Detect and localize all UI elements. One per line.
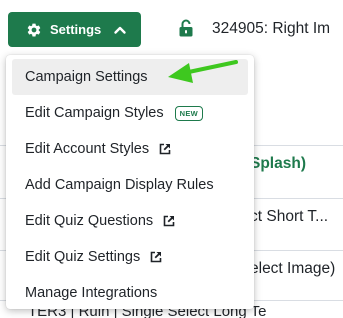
menu-item-label: Edit Quiz Questions bbox=[25, 213, 154, 229]
menu-item-manage-integrations[interactable]: Manage Integrations bbox=[12, 275, 248, 311]
menu-item-label: Edit Campaign Styles bbox=[25, 105, 164, 121]
menu-item-label: Add Campaign Display Rules bbox=[25, 177, 214, 193]
background-row-text: elect Image) bbox=[250, 260, 336, 277]
settings-menu: Campaign Settings Edit Campaign Styles N… bbox=[6, 55, 254, 309]
settings-button-label: Settings bbox=[50, 22, 102, 37]
menu-item-label: Edit Account Styles bbox=[25, 141, 150, 157]
unlocked-icon bbox=[179, 19, 193, 37]
campaign-title: 324905: Right Im bbox=[212, 20, 331, 37]
external-link-icon bbox=[150, 251, 162, 263]
background-row-text: ct Short T... bbox=[250, 208, 329, 225]
settings-dropdown-button[interactable]: Settings bbox=[8, 12, 141, 47]
menu-item-edit-quiz-settings[interactable]: Edit Quiz Settings bbox=[12, 239, 248, 275]
menu-item-label: Edit Quiz Settings bbox=[25, 249, 141, 265]
menu-item-edit-account-styles[interactable]: Edit Account Styles bbox=[12, 131, 248, 167]
menu-item-edit-campaign-styles[interactable]: Edit Campaign Styles NEW bbox=[12, 95, 248, 131]
menu-item-add-campaign-display-rules[interactable]: Add Campaign Display Rules bbox=[12, 167, 248, 203]
menu-item-label: Manage Integrations bbox=[25, 285, 158, 301]
arrow-pointer-icon bbox=[168, 60, 238, 83]
background-row-text: Splash) bbox=[250, 155, 306, 172]
external-link-icon bbox=[163, 215, 175, 227]
menu-item-edit-quiz-questions[interactable]: Edit Quiz Questions bbox=[12, 203, 248, 239]
new-badge: NEW bbox=[174, 105, 204, 121]
page: Splash) ct Short T... elect Image) TER3 … bbox=[0, 0, 343, 318]
chevron-up-icon bbox=[113, 23, 127, 37]
menu-item-label: Campaign Settings bbox=[25, 69, 148, 85]
gear-icon bbox=[26, 22, 42, 38]
external-link-icon bbox=[159, 143, 171, 155]
